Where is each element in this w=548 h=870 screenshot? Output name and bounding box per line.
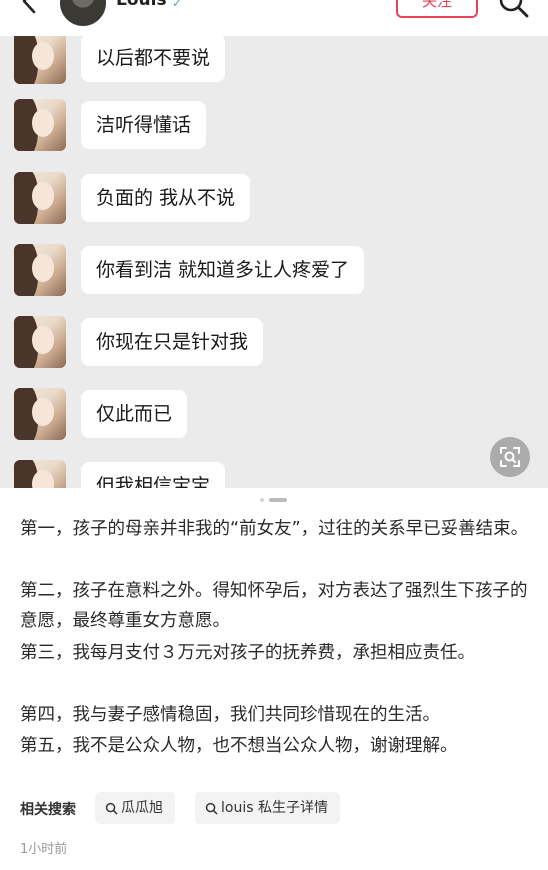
post-body: 第一，孩子的母亲并非我的“前女友”，过往的关系早已妥善结束。 第二，孩子在意料之… — [0, 488, 548, 870]
author-name[interactable]: Louis — [116, 0, 167, 10]
follow-button[interactable]: 关注 — [396, 0, 478, 18]
related-search-text: 瓜瓜旭 — [121, 800, 163, 816]
chat-message: 洁听得懂话 — [0, 99, 548, 157]
chat-message: 但我相信宝宝 — [0, 460, 548, 488]
chat-bubble: 以后都不要说 — [81, 36, 226, 82]
chat-avatar — [14, 244, 66, 296]
chat-message: 以后都不要说 — [0, 36, 548, 90]
top-bar: Louis ✓ 关注 — [0, 0, 548, 36]
post-paragraph: 第五，我不是公众人物，也不想当公众人物，谢谢理解。 — [20, 736, 458, 756]
chat-message: 仅此而已 — [0, 388, 548, 446]
chat-message: 你看到洁 就知道多让人疼爱了 — [0, 244, 548, 302]
author-avatar[interactable] — [60, 0, 106, 26]
post-paragraph: 第二，孩子在意料之外。得知怀孕后，对方表达了强烈生下孩子的意愿，最终尊重女方意愿… — [20, 581, 528, 631]
chat-avatar — [14, 388, 66, 440]
chat-avatar — [14, 172, 66, 224]
chat-avatar — [14, 99, 66, 151]
chat-bubble: 你现在只是针对我 — [81, 318, 264, 366]
image-scan-button[interactable] — [490, 437, 530, 477]
search-icon[interactable] — [498, 0, 530, 18]
chat-bubble: 负面的 我从不说 — [81, 174, 251, 222]
chat-bubble: 但我相信宝宝 — [81, 462, 226, 488]
post-timestamp: 1小时前 — [20, 842, 68, 857]
related-searches-label: 相关搜索 — [20, 802, 76, 818]
verified-icon: ✓ — [172, 0, 183, 10]
scan-icon — [500, 447, 520, 467]
chat-message: 你现在只是针对我 — [0, 316, 548, 374]
post-paragraph: 第一，孩子的母亲并非我的“前女友”，过往的关系早已妥善结束。 — [20, 519, 529, 539]
back-arrow-icon[interactable] — [14, 0, 44, 16]
related-search-text: louis 私生子详情 — [221, 800, 328, 816]
chat-screenshot-image[interactable]: 以后都不要说 洁听得懂话 负面的 我从不说 你看到洁 就知道多让人疼爱了 你现在… — [0, 36, 548, 488]
search-icon — [205, 802, 218, 814]
chat-avatar — [14, 36, 66, 84]
post-paragraph: 第三，我每月支付３万元对孩子的抚养费，承担相应责任。 — [20, 643, 475, 663]
chat-message: 负面的 我从不说 — [0, 172, 548, 230]
chat-bubble: 仅此而已 — [81, 390, 188, 438]
post-paragraph: 第四，我与妻子感情稳固，我们共同珍惜现在的生活。 — [20, 705, 440, 725]
chat-bubble: 洁听得懂话 — [81, 101, 207, 149]
related-search-chip[interactable]: louis 私生子详情 — [195, 792, 340, 824]
search-icon — [105, 802, 118, 814]
chat-avatar — [14, 316, 66, 368]
related-search-chip[interactable]: 瓜瓜旭 — [95, 792, 175, 824]
chat-avatar — [14, 460, 66, 488]
chat-bubble: 你看到洁 就知道多让人疼爱了 — [81, 246, 365, 294]
